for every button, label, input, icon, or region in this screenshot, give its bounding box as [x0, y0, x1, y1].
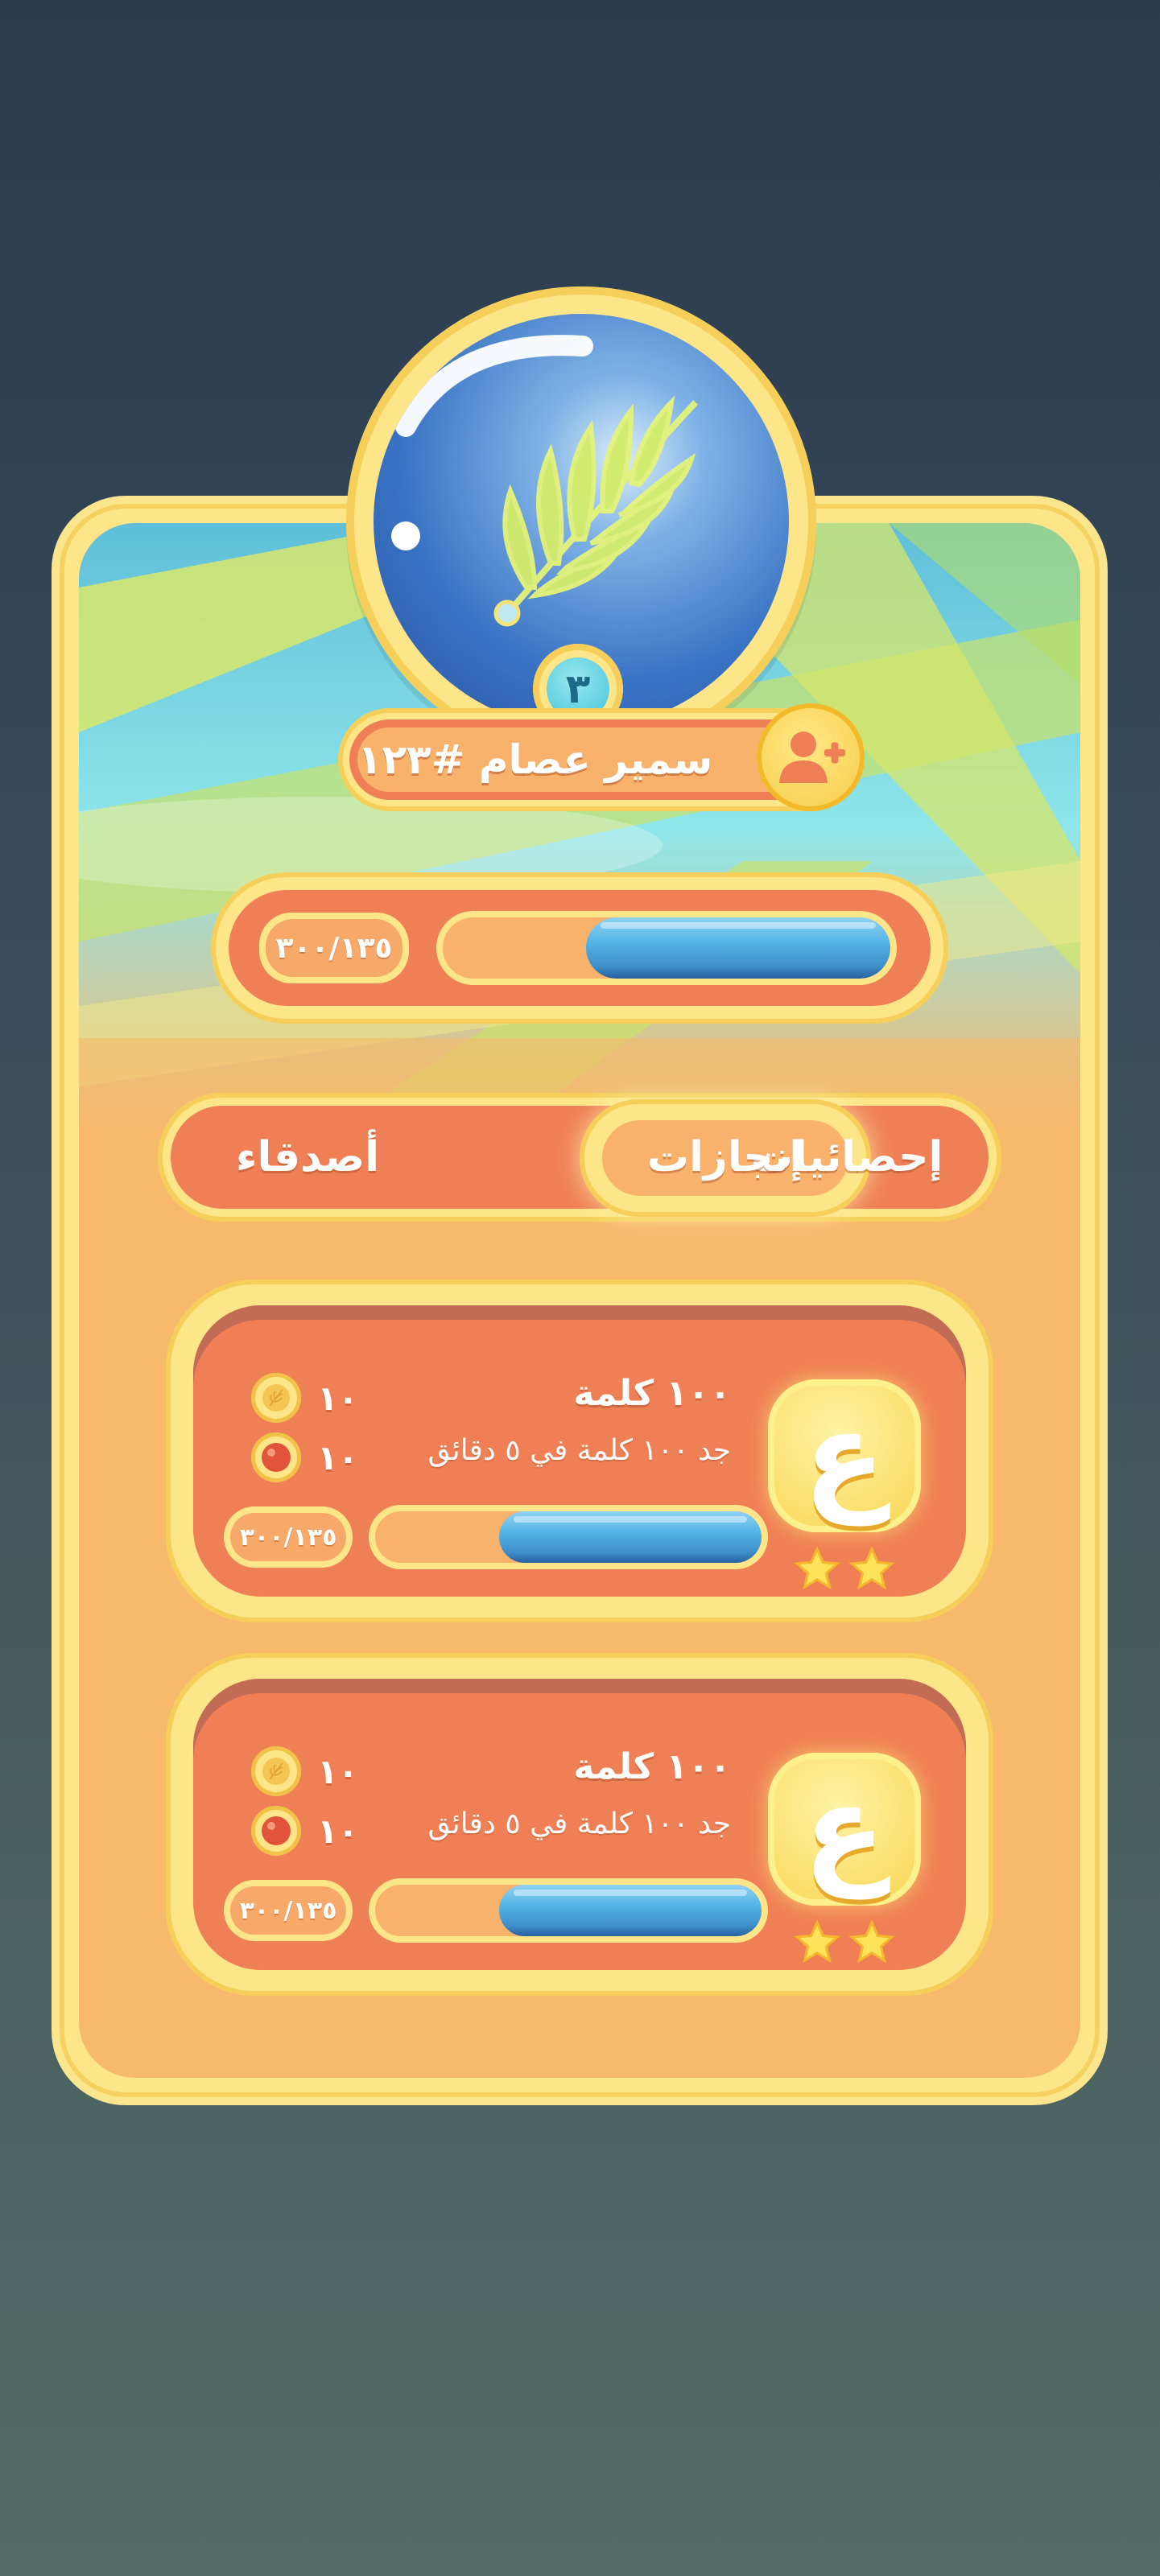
- xp-progress-fill: [585, 917, 890, 979]
- achievement-letter-tile: ع: [768, 1379, 921, 1532]
- reward-orb: ١٠: [251, 1806, 358, 1856]
- achievement-stars: [792, 1919, 897, 1967]
- achievement-title: ١٠٠ كلمة: [573, 1746, 731, 1787]
- achievement-progress-fill: [498, 1511, 762, 1563]
- achievement-card: ع ١٠٠ كلمة جد ١٠٠ كلمة في ٥ دقائق ١٠ ١٠ …: [166, 1653, 993, 1996]
- star-icon: [794, 1546, 840, 1590]
- achievement-description: جد ١٠٠ كلمة في ٥ دقائق: [427, 1807, 731, 1840]
- tab-achievements[interactable]: إنجازات: [580, 1106, 871, 1209]
- tab-friends[interactable]: أصدقاء: [203, 1106, 412, 1209]
- achievement-letter-tile: ع: [768, 1753, 921, 1906]
- reward-leaf: ١٠: [251, 1746, 358, 1796]
- achievement-progress-bar: [369, 1505, 768, 1569]
- player-name: سمير عصام #١٢٣: [357, 736, 713, 783]
- achievement-progress-fill: [498, 1885, 762, 1936]
- xp-progress-bar: [436, 911, 897, 985]
- achievement-description: جد ١٠٠ كلمة في ٥ دقائق: [427, 1434, 731, 1467]
- leaf-coin-icon: [251, 1746, 301, 1796]
- add-user-icon: [779, 732, 845, 783]
- red-orb-icon: [251, 1432, 301, 1482]
- xp-count-text: ٣٠٠/١٣٥: [266, 919, 402, 977]
- reward-leaf-amount: ١٠: [317, 1378, 359, 1418]
- reward-leaf: ١٠: [251, 1373, 358, 1423]
- xp-count-pill: ٣٠٠/١٣٥: [259, 913, 409, 983]
- achievement-count-pill: ٣٠٠/١٣٥: [224, 1880, 353, 1941]
- star-icon: [848, 1919, 895, 1964]
- achievement-stars: [792, 1545, 897, 1593]
- tab-bar: إحصائيات إنجازات أصدقاء: [158, 1093, 1001, 1222]
- achievement-count-text: ٣٠٠/١٣٥: [230, 1513, 346, 1561]
- reward-orb-amount: ١٠: [317, 1437, 359, 1478]
- red-orb-icon: [251, 1806, 301, 1856]
- star-icon: [848, 1546, 895, 1590]
- achievement-title: ١٠٠ كلمة: [573, 1373, 731, 1414]
- achievement-count-pill: ٣٠٠/١٣٥: [224, 1506, 353, 1568]
- reward-leaf-amount: ١٠: [317, 1751, 359, 1791]
- achievement-card: ع ١٠٠ كلمة جد ١٠٠ كلمة في ٥ دقائق ١٠ ١٠ …: [166, 1280, 993, 1622]
- add-friend-button[interactable]: [757, 703, 865, 811]
- reward-orb: ١٠: [251, 1432, 358, 1482]
- achievement-count-text: ٣٠٠/١٣٥: [230, 1886, 346, 1935]
- achievement-progress-bar: [369, 1878, 768, 1943]
- xp-panel: ٣٠٠/١٣٥: [211, 872, 948, 1024]
- leaf-coin-icon: [251, 1373, 301, 1423]
- reward-orb-amount: ١٠: [317, 1811, 359, 1851]
- star-icon: [794, 1919, 840, 1964]
